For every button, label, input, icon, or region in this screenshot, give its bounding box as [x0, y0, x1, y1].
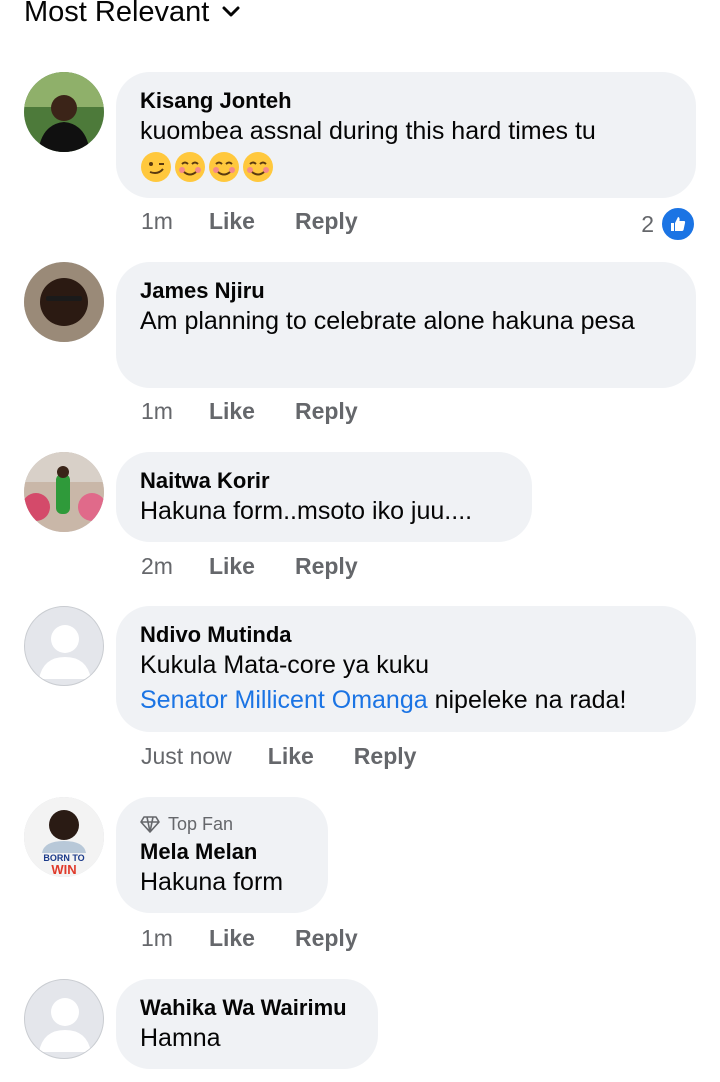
avatar[interactable]: [24, 262, 104, 342]
smiling-blush-emoji-icon: [175, 152, 205, 182]
comment-time[interactable]: 1m: [141, 925, 173, 952]
commenter-name[interactable]: Ndivo Mutinda: [140, 622, 672, 648]
commenter-name[interactable]: Kisang Jonteh: [140, 88, 672, 114]
emoji-row: [140, 151, 672, 183]
svg-text:WIN: WIN: [51, 862, 76, 877]
commenter-name[interactable]: Mela Melan: [140, 839, 304, 865]
comment-bubble: Top Fan Mela Melan Hakuna form: [116, 797, 328, 913]
comment-time[interactable]: 2m: [141, 553, 173, 580]
reaction-number: 2: [641, 210, 654, 237]
comment-bubble: Ndivo Mutinda Kukula Mata-core ya kuku S…: [116, 606, 696, 732]
reply-button[interactable]: Reply: [295, 398, 358, 425]
top-fan-badge: Top Fan: [140, 813, 304, 835]
comment-text: Kukula Mata-core ya kuku: [140, 651, 430, 679]
sort-label: Most Relevant: [24, 0, 210, 28]
avatar[interactable]: [24, 979, 104, 1059]
smirk-emoji-icon: [141, 152, 171, 182]
comment-actions: 1m Like Reply: [141, 398, 398, 425]
comment-time[interactable]: Just now: [141, 743, 232, 770]
reply-button[interactable]: Reply: [295, 553, 358, 580]
chevron-down-icon: [222, 6, 240, 17]
like-button[interactable]: Like: [209, 208, 255, 235]
reply-button[interactable]: Reply: [295, 925, 358, 952]
comment-bubble: Naitwa Korir Hakuna form..msoto iko juu.…: [116, 452, 532, 542]
top-fan-label: Top Fan: [168, 814, 234, 834]
comment-actions: 1m Like Reply: [141, 925, 398, 952]
sort-dropdown[interactable]: Most Relevant: [24, 0, 241, 32]
diamond-icon: [140, 816, 160, 833]
thumbs-up-icon: [660, 206, 696, 242]
like-button[interactable]: Like: [268, 743, 314, 770]
avatar[interactable]: [24, 452, 104, 532]
like-button[interactable]: Like: [209, 553, 255, 580]
avatar[interactable]: [24, 606, 104, 686]
comment-time[interactable]: 1m: [141, 208, 173, 235]
like-button[interactable]: Like: [209, 398, 255, 425]
comment-bubble: James Njiru Am planning to celebrate alo…: [116, 262, 696, 388]
like-button[interactable]: Like: [209, 925, 255, 952]
smiling-blush-emoji-icon: [209, 152, 239, 182]
comment-text: kuombea assnal during this hard times tu: [140, 117, 596, 145]
reply-button[interactable]: Reply: [354, 743, 417, 770]
comment-bubble: Kisang Jonteh kuombea assnal during this…: [116, 72, 696, 198]
mention-link[interactable]: Senator Millicent Omanga: [140, 686, 428, 714]
comment-text-line2: Senator Millicent Omanga nipeleke na rad…: [140, 683, 672, 718]
comment-text: Hakuna form..msoto iko juu....: [140, 497, 473, 525]
comment-text: Am planning to celebrate alone hakuna pe…: [140, 307, 635, 335]
commenter-name[interactable]: Wahika Wa Wairimu: [140, 995, 354, 1021]
smiling-blush-emoji-icon: [243, 152, 273, 182]
reply-button[interactable]: Reply: [295, 208, 358, 235]
commenter-name[interactable]: Naitwa Korir: [140, 468, 508, 494]
comment-actions: Just now Like Reply: [141, 743, 456, 770]
commenter-name[interactable]: James Njiru: [140, 278, 672, 304]
comment-text: Hamna: [140, 1024, 221, 1052]
comment-time[interactable]: 1m: [141, 398, 173, 425]
comment-bubble: Wahika Wa Wairimu Hamna: [116, 979, 378, 1069]
comment-actions: 1m Like Reply: [141, 208, 398, 235]
avatar[interactable]: [24, 72, 104, 152]
comment-text-after-mention: nipeleke na rada!: [427, 686, 627, 714]
comment-text: Hakuna form: [140, 868, 284, 896]
comment-actions: 2m Like Reply: [141, 553, 398, 580]
reaction-count[interactable]: 2: [641, 206, 696, 242]
avatar[interactable]: BORN TO WIN: [24, 797, 104, 877]
